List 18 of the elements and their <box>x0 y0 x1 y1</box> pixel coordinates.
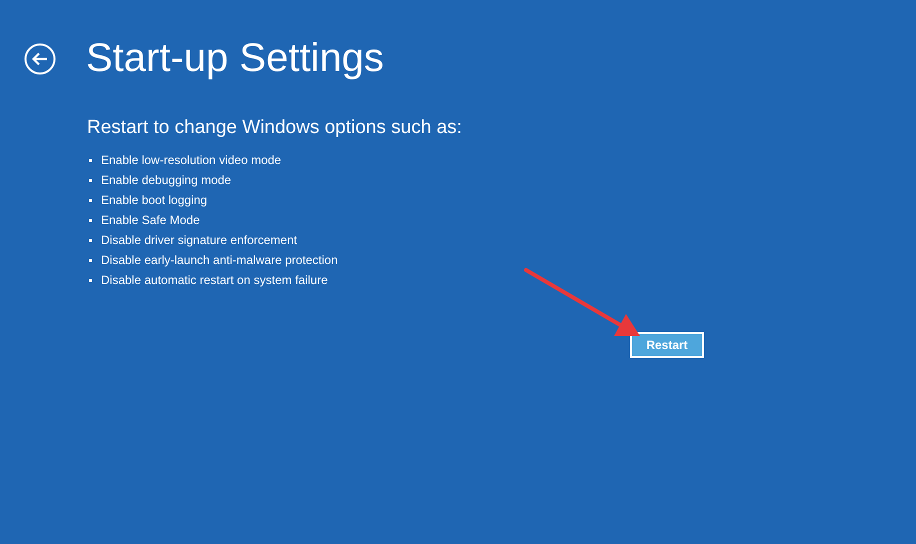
option-text: Enable low-resolution video mode <box>101 152 282 169</box>
subtitle: Restart to change Windows options such as: <box>87 116 463 140</box>
bullet-icon <box>89 218 92 222</box>
bullet-icon <box>89 258 92 262</box>
option-text: Disable early-launch anti-malware protection <box>101 252 338 269</box>
option-text: Disable driver signature enforcement <box>101 232 298 249</box>
option-text: Enable boot logging <box>101 192 208 209</box>
bullet-icon <box>89 278 92 282</box>
option-text: Enable Safe Mode <box>101 212 200 229</box>
bullet-icon <box>89 238 92 242</box>
bullet-icon <box>89 178 92 182</box>
bullet-icon <box>89 198 92 202</box>
page-title: Start-up Settings <box>86 35 384 82</box>
option-text: Disable automatic restart on system failure <box>101 272 328 289</box>
bullet-icon <box>89 158 92 162</box>
restart-button[interactable]: Restart <box>630 332 704 358</box>
option-text: Enable debugging mode <box>101 172 232 189</box>
back-icon[interactable] <box>24 43 56 75</box>
